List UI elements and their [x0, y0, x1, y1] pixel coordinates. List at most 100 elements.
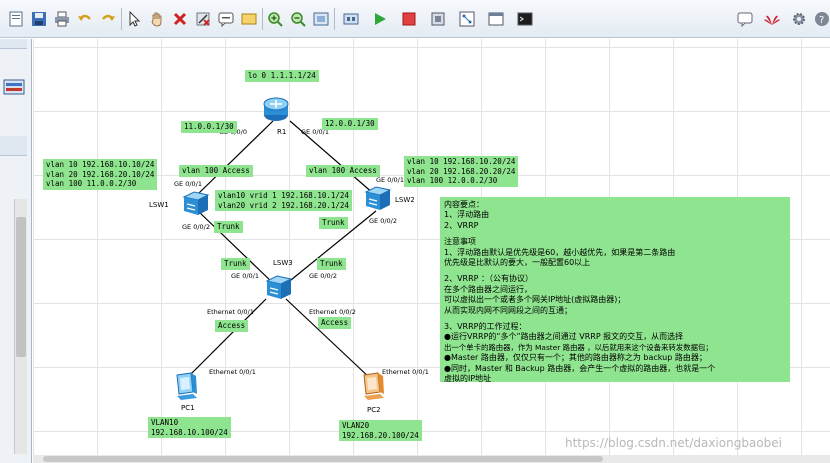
device-name-r1: R1: [277, 128, 287, 136]
rectangle-icon[interactable]: [239, 9, 259, 29]
notes-textbox[interactable]: 内容要点： 1、浮动路由 2、VRRP 注意事项 1、浮动路由默认是优先级是60…: [440, 197, 790, 384]
lsw1-vlan-line: vlan 100 11.0.0.2/30: [46, 179, 137, 188]
hand-pan-icon[interactable]: [147, 9, 167, 29]
switch-lsw1[interactable]: [182, 191, 210, 217]
link-net-left: 11.0.0.1/30: [181, 121, 237, 133]
lsw2-vlan-box: vlan 10 192.168.10.20/24 vlan 20 192.168…: [404, 156, 519, 187]
link-net-right: 12.0.0.1/30: [322, 118, 378, 130]
new-file-icon[interactable]: [6, 9, 26, 29]
router-r1[interactable]: [263, 95, 289, 123]
notes-line: ●运行VRRP的“多个”路由器之间通过 VRRP 报文的交互，从而选择: [444, 332, 684, 342]
lsw2-trunk-label: Trunk: [319, 217, 348, 229]
huawei-logo-icon[interactable]: [762, 9, 782, 29]
pc-pc2[interactable]: [360, 372, 386, 402]
panel-tab[interactable]: [0, 136, 27, 156]
r1-loopback-label: lo 0 1.1.1.1/24: [245, 70, 319, 82]
switch-icon: [182, 191, 210, 215]
lsw3-port-right: GE 0/0/2: [309, 272, 337, 280]
lsw1-access-label: vlan 100 Access: [179, 165, 253, 177]
text-note-icon[interactable]: [216, 9, 236, 29]
window-icon[interactable]: [486, 9, 506, 29]
pc-icon: [176, 372, 197, 400]
device-name-lsw2: LSW2: [395, 196, 415, 204]
pc1-vlan-line: VLAN10: [151, 418, 179, 427]
notes-line: 2、VRRP: [444, 220, 479, 230]
lsw1-trunk-label: Trunk: [214, 221, 243, 233]
topology-canvas[interactable]: R1 lo 0 1.1.1.1/24 GE 0/0/0 GE 0/0/1 11.…: [33, 39, 830, 455]
notes-line: 从而实现内网不同网段之间的互通；: [444, 305, 572, 315]
device-name-pc1: PC1: [181, 404, 195, 412]
stop-icon[interactable]: [399, 9, 419, 29]
notes-line: 2、VRRP ：（公有协议）: [444, 274, 534, 284]
pc1-vlan-line: 192.168.10.100/24: [151, 427, 228, 437]
save-icon[interactable]: [29, 9, 49, 29]
switch-icon: [364, 186, 392, 210]
device-panel: [0, 39, 32, 463]
lsw2-port-down: GE 0/0/2: [369, 217, 397, 225]
undo-icon[interactable]: [75, 9, 95, 29]
switch-icon: [265, 275, 293, 299]
redo-icon[interactable]: [98, 9, 118, 29]
zoom-in-icon[interactable]: [265, 9, 285, 29]
lsw2-vlan-line: vlan 20 192.168.20.20/24: [407, 166, 516, 176]
notes-line: ●Master 路由器，仅仅只有一个；其他的路由器称之为 backup 路由器；: [444, 353, 707, 363]
lsw1-vrrp-line: vlan10 vrid 1 192.168.10.1/24: [218, 191, 349, 200]
notes-line: ●同时，Master 和 Backup 路由器，会产生一个虚拟的路由器，也就是一…: [444, 363, 716, 373]
notes-line: 虚拟的IP地址: [444, 374, 492, 384]
device-name-lsw1: LSW1: [149, 201, 169, 209]
start-icon[interactable]: [370, 9, 390, 29]
notes-line: 注意事项: [444, 237, 476, 247]
lsw3-eth-left: Ethernet 0/0/1: [207, 308, 254, 316]
lsw3-access-right: Access: [318, 317, 352, 329]
switch-lsw2[interactable]: [364, 186, 392, 212]
pc2-vlan-line: 192.168.20.100/24: [342, 430, 419, 440]
lsw2-port-up: GE 0/0/1: [376, 176, 404, 184]
delete-link-icon[interactable]: [193, 9, 213, 29]
lsw1-vrrp-box: vlan10 vrid 1 192.168.10.1/24 vlan20 vri…: [215, 190, 352, 211]
pc-icon: [363, 372, 384, 400]
settings-gear-icon[interactable]: [789, 9, 809, 29]
panel-header: [0, 39, 27, 49]
topology-icon[interactable]: [457, 9, 477, 29]
chat-icon[interactable]: [735, 9, 755, 29]
pc2-vlan-line: VLAN20: [342, 421, 370, 430]
lsw2-vlan-line: vlan 100 12.0.0.2/30: [407, 176, 498, 185]
lsw3-eth-right: Ethernet 0/0/2: [309, 308, 356, 316]
watermark: https://blog.csdn.net/daxiongbaobei: [565, 436, 782, 450]
capture-icon[interactable]: [428, 9, 448, 29]
lsw1-port-up: GE 0/0/1: [174, 180, 202, 188]
interface-icon[interactable]: [341, 9, 361, 29]
print-icon[interactable]: [52, 9, 72, 29]
help-icon[interactable]: ?: [812, 9, 830, 29]
pc2-vlan-box: VLAN20 192.168.20.100/24: [339, 420, 422, 441]
pc-pc1[interactable]: [173, 372, 199, 402]
toolbar: ?: [0, 0, 830, 38]
notes-line: 可以虚拟出一个或者多个网关IP地址(虚拟路由器)；: [444, 295, 626, 305]
delete-icon[interactable]: [170, 9, 190, 29]
scrollbar-thumb[interactable]: [43, 456, 603, 462]
fit-view-icon[interactable]: [311, 9, 331, 29]
lsw1-vlan-line: vlan 20 192.168.20.10/24: [46, 169, 155, 179]
notes-line: 3、VRRP的工作过程：: [444, 322, 527, 332]
lsw1-vrrp-line: vlan20 vrid 2 192.168.20.1/24: [218, 200, 349, 210]
notes-line: 在多个路由器之间运行，: [444, 284, 532, 294]
lsw1-port-down: GE 0/0/2: [182, 223, 210, 231]
lsw1-vlan-box: vlan 10 192.168.10.10/24 vlan 20 192.168…: [43, 159, 158, 190]
cli-window-icon[interactable]: [515, 9, 535, 29]
device-name-lsw3: LSW3: [273, 259, 293, 267]
pc1-vlan-box: VLAN10 192.168.10.100/24: [148, 417, 231, 438]
horizontal-scrollbar[interactable]: [33, 455, 830, 463]
notes-line: 1、浮动路由默认是优先级是60，越小越优先，如果是第二条路由: [444, 247, 676, 257]
lsw3-trunk-right: Trunk: [317, 258, 346, 270]
select-pointer-icon[interactable]: [124, 9, 144, 29]
lsw2-vlan-line: vlan 10 192.168.10.20/24: [407, 157, 516, 166]
lsw1-vlan-line: vlan 10 192.168.10.10/24: [46, 160, 155, 169]
switch-lsw3[interactable]: [265, 275, 293, 301]
notes-line: 出一个单卡的路由器，作为 Master 路由器 ，以后就用来这个设备来转发数据包…: [444, 342, 713, 352]
pc2-port: Ethernet 0/0/1: [382, 368, 429, 376]
device-category-icon[interactable]: [2, 75, 26, 99]
zoom-out-icon[interactable]: [288, 9, 308, 29]
notes-line: 优先级是比默认的要大，一般配置60以上: [444, 258, 591, 268]
panel-scrollbar[interactable]: [14, 199, 27, 454]
pc1-port: Ethernet 0/0/1: [209, 368, 256, 376]
